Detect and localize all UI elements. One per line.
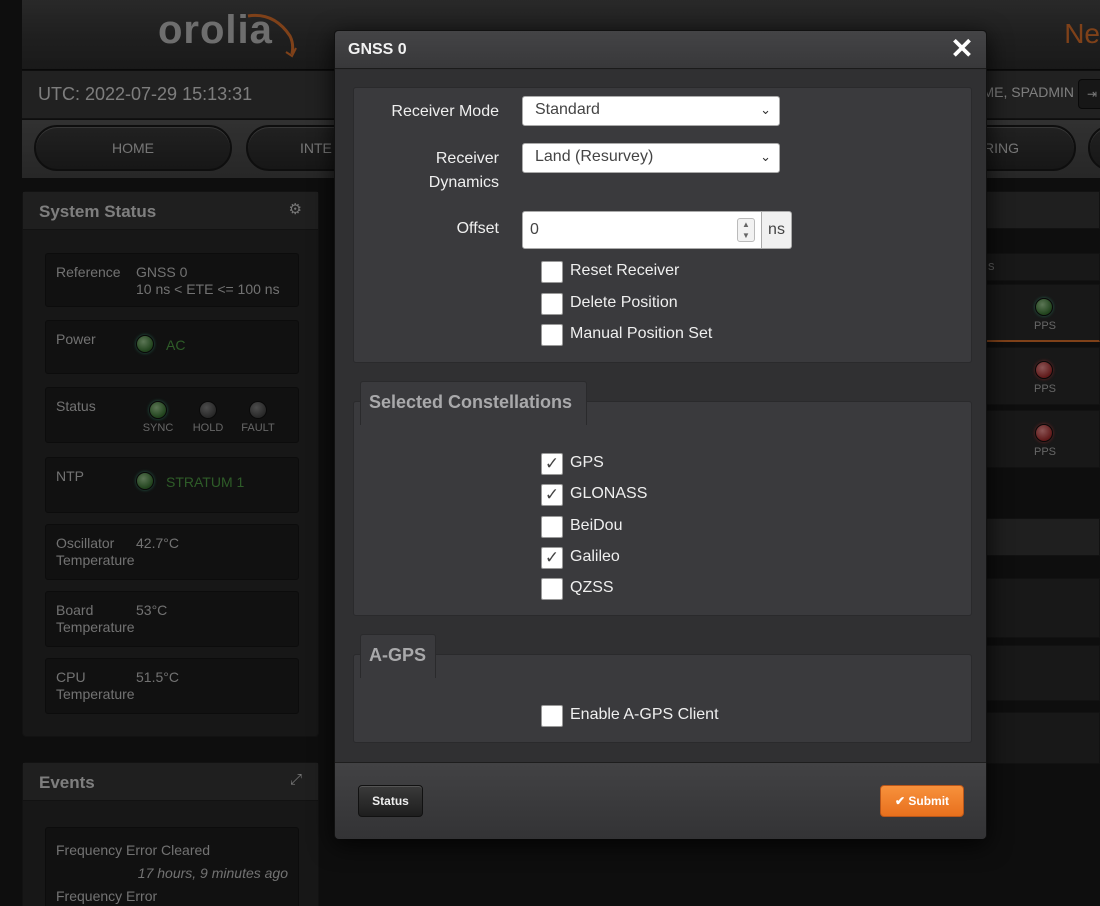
glonass-label: GLONASS bbox=[570, 485, 648, 502]
beidou-checkbox[interactable] bbox=[541, 516, 563, 538]
agps-section: Enable A-GPS Client bbox=[353, 654, 972, 743]
offset-unit: ns bbox=[762, 211, 792, 249]
reset-receiver-checkbox[interactable] bbox=[541, 261, 563, 283]
offset-label: Offset bbox=[456, 220, 499, 237]
gps-checkbox[interactable]: ✓ bbox=[541, 453, 563, 475]
dialog-header: GNSS 0 ✕ bbox=[335, 31, 986, 69]
dialog-footer: Status ✔ Submit bbox=[335, 762, 986, 839]
qzss-label: QZSS bbox=[570, 579, 614, 596]
dialog-body: Receiver Mode Standard ⌄ Receiver Dynami… bbox=[335, 70, 986, 762]
constellations-section: ✓ GPS ✓ GLONASS BeiDou ✓ Galileo QZSS bbox=[353, 401, 972, 616]
chevron-down-icon: ⌄ bbox=[760, 102, 771, 117]
gnss-settings-dialog: GNSS 0 ✕ Receiver Mode Standard ⌄ Receiv… bbox=[334, 30, 987, 839]
receiver-mode-select[interactable]: Standard ⌄ bbox=[522, 96, 780, 126]
agps-legend: A-GPS bbox=[360, 634, 436, 678]
delete-position-checkbox[interactable] bbox=[541, 293, 563, 315]
receiver-dynamics-label: Receiver Dynamics bbox=[354, 147, 499, 195]
receiver-mode-label: Receiver Mode bbox=[391, 103, 499, 120]
galileo-checkbox[interactable]: ✓ bbox=[541, 547, 563, 569]
receiver-dynamics-label-line1: Receiver bbox=[435, 150, 499, 167]
enable-agps-label: Enable A-GPS Client bbox=[570, 706, 719, 723]
qzss-checkbox[interactable] bbox=[541, 578, 563, 600]
dialog-title: GNSS 0 bbox=[348, 41, 407, 58]
galileo-label: Galileo bbox=[570, 548, 620, 565]
submit-button[interactable]: ✔ Submit bbox=[880, 785, 964, 817]
offset-stepper[interactable]: ▲ ▼ bbox=[737, 218, 755, 242]
submit-label: Submit bbox=[908, 794, 950, 808]
receiver-dynamics-label-line2: Dynamics bbox=[428, 174, 499, 191]
delete-position-label: Delete Position bbox=[570, 294, 678, 311]
receiver-mode-value: Standard bbox=[535, 101, 600, 118]
close-icon[interactable]: ✕ bbox=[950, 35, 974, 63]
manual-position-checkbox[interactable] bbox=[541, 324, 563, 346]
gps-label: GPS bbox=[570, 454, 604, 471]
receiver-settings-section: Receiver Mode Standard ⌄ Receiver Dynami… bbox=[353, 87, 972, 363]
glonass-checkbox[interactable]: ✓ bbox=[541, 484, 563, 506]
status-button[interactable]: Status bbox=[358, 785, 423, 817]
manual-position-label: Manual Position Set bbox=[570, 325, 713, 342]
receiver-dynamics-select[interactable]: Land (Resurvey) ⌄ bbox=[522, 143, 780, 173]
offset-input[interactable]: 0 ▲ ▼ bbox=[522, 211, 762, 249]
chevron-down-icon: ⌄ bbox=[760, 149, 771, 164]
receiver-dynamics-value: Land (Resurvey) bbox=[535, 148, 654, 165]
check-icon: ✔ bbox=[894, 794, 906, 808]
constellations-legend: Selected Constellations bbox=[360, 381, 587, 425]
enable-agps-checkbox[interactable] bbox=[541, 705, 563, 727]
offset-value: 0 bbox=[530, 221, 539, 238]
beidou-label: BeiDou bbox=[570, 517, 623, 534]
reset-receiver-label: Reset Receiver bbox=[570, 262, 680, 279]
